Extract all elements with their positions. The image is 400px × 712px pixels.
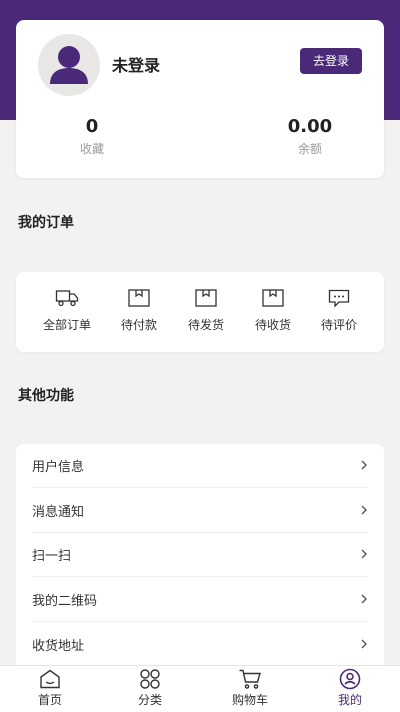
menu-item-scan[interactable]: 扫一扫 (16, 533, 384, 577)
divider (32, 487, 368, 488)
favorites-stat[interactable]: 0 收藏 (32, 116, 152, 157)
order-pending-review[interactable]: 待评价 (306, 288, 372, 333)
user-circle-icon (338, 668, 362, 690)
favorites-count: 0 (85, 116, 99, 137)
menu-item-notifications[interactable]: 消息通知 (16, 489, 384, 533)
username-label: 未登录 (112, 56, 161, 75)
divider (32, 576, 368, 577)
functions-section-title: 其他功能 (18, 388, 74, 404)
menu-item-user-info[interactable]: 用户信息 (16, 444, 384, 488)
order-pending-review-label: 待评价 (320, 318, 357, 332)
order-pending-receipt[interactable]: 待收货 (240, 288, 306, 333)
home-icon (38, 668, 62, 690)
order-pending-shipment[interactable]: 待发货 (173, 288, 239, 333)
order-pending-payment-label: 待付款 (120, 318, 157, 332)
orders-card: 全部订单 待付款 待发货 待收货 待评价 (16, 272, 384, 352)
tab-category[interactable]: 分类 (100, 668, 200, 712)
box-icon (261, 288, 285, 308)
tab-cart[interactable]: 购物车 (200, 668, 300, 712)
tab-home-label: 首页 (37, 693, 62, 707)
menu-item-label: 我的二维码 (32, 594, 98, 609)
menu-item-label: 扫一扫 (32, 549, 72, 564)
user-silhouette-icon (50, 46, 88, 84)
tab-mine-label: 我的 (337, 693, 362, 707)
grid-icon (138, 668, 162, 690)
order-pending-shipment-label: 待发货 (187, 318, 224, 332)
bottom-tab-bar: 首页 分类 购物车 我的 (0, 665, 400, 712)
menu-item-label: 收货地址 (32, 639, 85, 654)
order-all-label: 全部订单 (42, 318, 91, 332)
comment-icon (327, 288, 351, 308)
order-pending-receipt-label: 待收货 (254, 318, 291, 332)
cart-icon (238, 668, 262, 690)
profile-card: 未登录 去登录 0 收藏 0.00 余额 (16, 20, 384, 178)
menu-item-qr-code[interactable]: 我的二维码 (16, 578, 384, 622)
orders-section-title: 我的订单 (18, 215, 74, 231)
order-all[interactable]: 全部订单 (34, 288, 100, 333)
order-pending-payment[interactable]: 待付款 (106, 288, 172, 333)
chevron-right-icon (361, 594, 367, 604)
divider (32, 621, 368, 622)
balance-value: 0.00 (287, 116, 333, 137)
box-icon (127, 288, 151, 308)
avatar[interactable] (38, 34, 100, 96)
truck-icon (55, 288, 79, 308)
chevron-right-icon (361, 639, 367, 649)
box-icon (194, 288, 218, 308)
menu-item-label: 用户信息 (32, 460, 85, 475)
tab-cart-label: 购物车 (231, 693, 268, 707)
balance-stat[interactable]: 0.00 余额 (250, 116, 370, 157)
balance-label: 余额 (297, 142, 322, 156)
menu-item-address[interactable]: 收货地址 (16, 623, 384, 667)
menu-item-label: 消息通知 (32, 505, 85, 520)
tab-home[interactable]: 首页 (0, 668, 100, 712)
login-button[interactable]: 去登录 (300, 48, 362, 74)
favorites-label: 收藏 (79, 142, 104, 156)
chevron-right-icon (361, 460, 367, 470)
chevron-right-icon (361, 549, 367, 559)
functions-list: 用户信息 消息通知 扫一扫 我的二维码 收货地址 (16, 444, 384, 668)
chevron-right-icon (361, 505, 367, 515)
tab-mine[interactable]: 我的 (300, 668, 400, 712)
tab-category-label: 分类 (137, 693, 162, 707)
